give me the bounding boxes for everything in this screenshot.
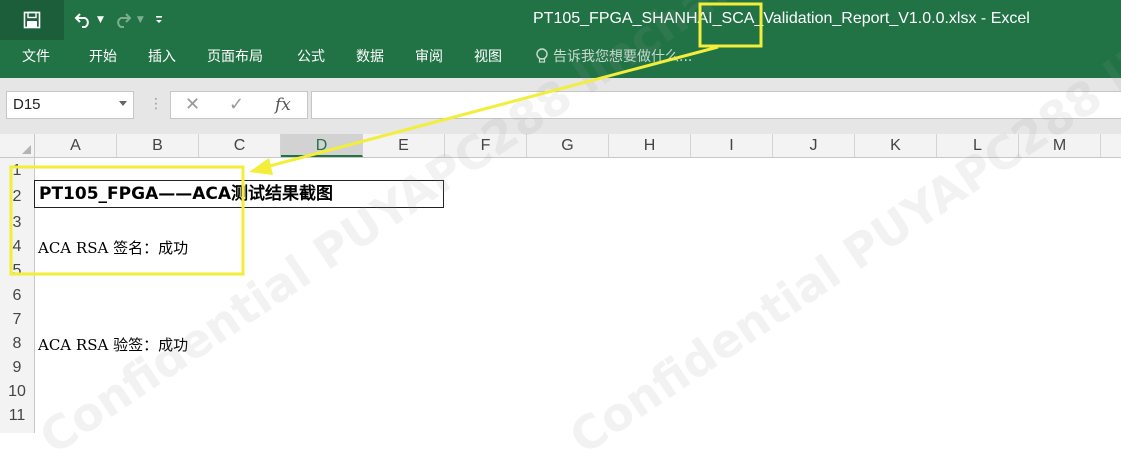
annotation-arrow-line: [261, 45, 719, 170]
annotation-arrow-head: [249, 158, 273, 175]
annotation-overlay: [9, 2, 763, 276]
annotation-highlight-cells: [9, 165, 245, 276]
annotation-highlight-title: [698, 2, 763, 48]
